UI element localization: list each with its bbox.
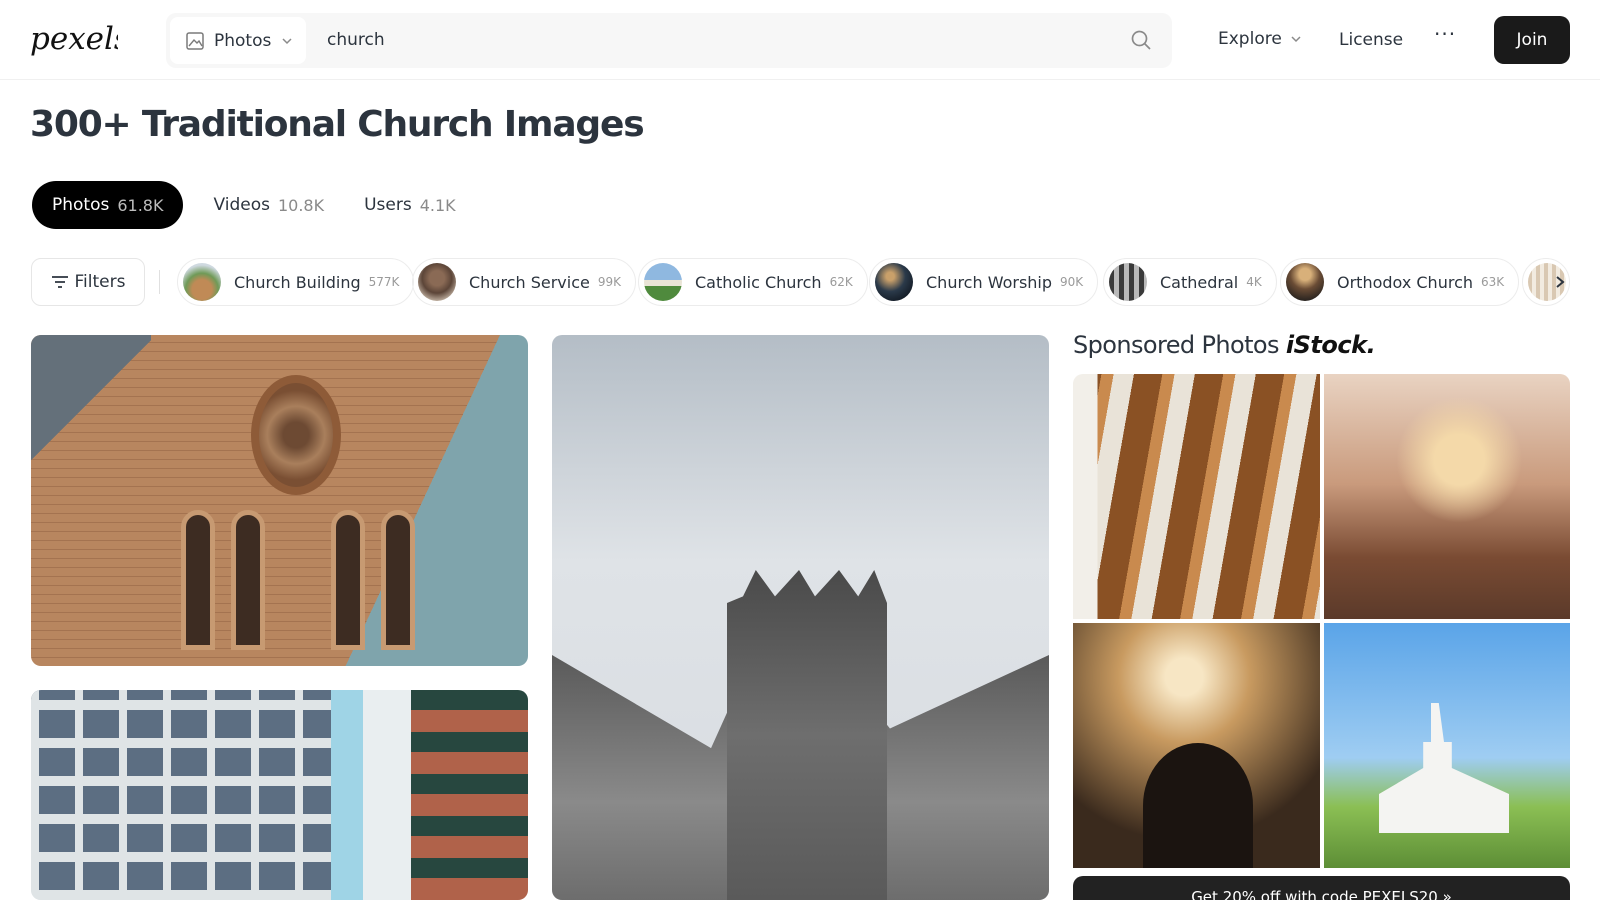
chip-count: 577K (368, 275, 400, 289)
nav-explore-label: Explore (1218, 29, 1282, 49)
nav-explore[interactable]: Explore (1218, 29, 1302, 49)
tab-label: Photos (52, 195, 110, 215)
photo-card[interactable] (31, 335, 528, 666)
chip-church-service[interactable]: Church Service 99K (412, 258, 636, 306)
chevron-right-icon (1556, 276, 1565, 288)
photo-silhouette (1143, 743, 1253, 868)
chip-thumbnail (1109, 263, 1147, 301)
join-button[interactable]: Join (1494, 16, 1570, 64)
nav-license[interactable]: License (1339, 30, 1403, 50)
photo-arch-window (181, 510, 215, 650)
photo-arch-window (331, 510, 365, 650)
chevron-down-icon (1291, 36, 1301, 43)
tab-count: 4.1K (419, 195, 456, 215)
chip-cathedral[interactable]: Cathedral 4K (1103, 258, 1277, 306)
search-icon[interactable] (1130, 29, 1152, 51)
chip-count: 62K (829, 275, 853, 289)
chip-count: 4K (1246, 275, 1262, 289)
photo-card[interactable] (31, 690, 528, 900)
photo-building-strip (331, 690, 363, 900)
filter-icon (51, 276, 68, 288)
logo-text: pexels (30, 21, 118, 57)
chip-scroll-right-button[interactable] (1540, 262, 1580, 302)
chip-thumbnail (875, 263, 913, 301)
chip-thumbnail (418, 263, 456, 301)
image-icon (186, 31, 204, 50)
tab-label: Users (364, 195, 412, 215)
chip-catholic-church[interactable]: Catholic Church 62K (638, 258, 868, 306)
chip-count: 90K (1060, 275, 1084, 289)
sponsored-photo[interactable] (1324, 374, 1570, 619)
chip-thumbnail (183, 263, 221, 301)
chip-orthodox-church[interactable]: Orthodox Church 63K (1280, 258, 1520, 306)
photo-building-left (31, 690, 331, 900)
search-input[interactable]: church (327, 30, 385, 50)
search-type-dropdown[interactable]: Photos (170, 17, 306, 64)
pexels-logo[interactable]: pexels (30, 16, 118, 60)
chip-label: Church Building (234, 272, 361, 292)
more-menu-icon[interactable]: ··· (1434, 24, 1456, 44)
sponsored-photo[interactable] (1073, 374, 1320, 619)
photo-roof-shape (31, 335, 151, 465)
top-header: pexels Photos church Explore License ···… (0, 0, 1600, 80)
photo-chapel (1379, 703, 1509, 833)
page-title: 300+ Traditional Church Images (30, 104, 645, 145)
chip-thumbnail (1286, 263, 1324, 301)
filters-label: Filters (74, 272, 126, 292)
chip-label: Church Service (469, 272, 590, 292)
photo-card[interactable] (552, 335, 1049, 900)
photo-rose-window (251, 375, 341, 495)
search-bar[interactable]: Photos church (166, 13, 1172, 68)
divider (159, 270, 160, 294)
chip-label: Cathedral (1160, 272, 1239, 292)
istock-logo[interactable]: iStock. (1286, 331, 1376, 359)
tab-count: 10.8K (277, 195, 325, 215)
chevron-down-icon (282, 37, 292, 44)
sponsored-title-text: Sponsored Photos (1073, 331, 1279, 359)
search-type-label: Photos (214, 30, 272, 51)
chip-church-worship[interactable]: Church Worship 90K (869, 258, 1099, 306)
chip-thumbnail (644, 263, 682, 301)
chip-church-building[interactable]: Church Building 577K (177, 258, 415, 306)
chip-label: Church Worship (926, 272, 1053, 292)
promo-code-banner[interactable]: Get 20% off with code PEXELS20 » (1073, 876, 1570, 900)
tab-users[interactable]: Users 4.1K (344, 181, 476, 229)
photo-arch-window (381, 510, 415, 650)
media-tabs: Photos 61.8K Videos 10.8K Users 4.1K (32, 181, 476, 229)
chip-count: 63K (1481, 275, 1505, 289)
sponsored-photo[interactable] (1324, 623, 1570, 868)
filters-button[interactable]: Filters (31, 258, 145, 306)
tab-videos[interactable]: Videos 10.8K (193, 181, 344, 229)
photo-church-tower (727, 570, 887, 900)
tab-photos[interactable]: Photos 61.8K (32, 181, 184, 229)
photo-building-right (411, 690, 528, 900)
chip-count: 99K (597, 275, 621, 289)
tab-label: Videos (213, 195, 270, 215)
sponsored-photo[interactable] (1073, 623, 1320, 868)
chip-label: Catholic Church (695, 272, 822, 292)
tab-count: 61.8K (117, 195, 164, 215)
sponsored-title: Sponsored Photos iStock. (1073, 331, 1376, 359)
chip-label: Orthodox Church (1337, 272, 1473, 292)
photo-arch-window (231, 510, 265, 650)
